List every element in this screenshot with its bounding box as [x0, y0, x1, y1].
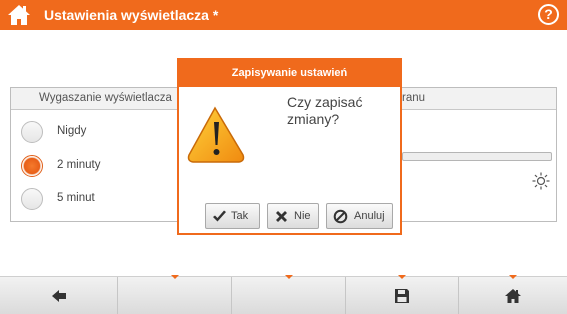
bottom-toolbar — [0, 275, 567, 314]
display-timeout-title: Wygaszanie wyświetlacza — [11, 88, 179, 110]
save-settings-dialog: Zapisywanie ustawień Czy zapisać zmiany?… — [177, 58, 402, 235]
home-toolbar-button[interactable] — [459, 275, 567, 314]
cancel-button[interactable]: Anuluj — [326, 203, 393, 229]
back-button[interactable] — [0, 277, 118, 314]
radio-label: Nigdy — [57, 125, 87, 137]
sun-icon — [532, 172, 550, 190]
dialog-title: Zapisywanie ustawień — [179, 60, 400, 87]
page-title: Ustawienia wyświetlacza * — [44, 7, 219, 23]
radio-option-2min[interactable]: 2 minuty — [21, 155, 181, 179]
save-button[interactable] — [346, 275, 459, 314]
radio-button[interactable] — [21, 188, 43, 210]
yes-button-label: Tak — [231, 210, 249, 222]
no-button-label: Nie — [294, 210, 311, 222]
cancel-button-label: Anuluj — [354, 210, 385, 222]
cancel-icon — [333, 209, 348, 224]
yes-button[interactable]: Tak — [205, 203, 260, 229]
radio-label: 2 minuty — [57, 159, 101, 171]
radio-label: 5 minut — [57, 192, 95, 204]
toolbar-button-2[interactable] — [118, 275, 232, 314]
home-button[interactable] — [6, 3, 32, 27]
toolbar-notch — [509, 275, 517, 279]
toolbar-notch — [284, 275, 293, 279]
brightness-title: ranu — [396, 88, 556, 110]
display-timeout-panel: Wygaszanie wyświetlacza Nigdy 2 minuty 5… — [10, 87, 180, 222]
title-bar: Ustawienia wyświetlacza * ? — [0, 0, 567, 30]
radio-button-selected[interactable] — [21, 155, 43, 177]
toolbar-notch — [398, 275, 406, 279]
brightness-slider[interactable] — [402, 152, 552, 161]
check-icon — [213, 210, 226, 222]
brightness-panel: ranu — [395, 87, 557, 222]
dialog-message: Czy zapisać zmiany? — [287, 94, 363, 127]
radio-option-5min[interactable]: 5 minut — [21, 188, 181, 212]
home-icon — [8, 5, 30, 25]
radio-option-never[interactable]: Nigdy — [21, 121, 181, 145]
warning-icon — [187, 106, 245, 163]
save-icon — [395, 289, 409, 303]
toolbar-notch — [170, 275, 179, 279]
help-button[interactable]: ? — [538, 4, 559, 25]
radio-button[interactable] — [21, 121, 43, 143]
toolbar-button-3[interactable] — [232, 275, 346, 314]
no-button[interactable]: Nie — [267, 203, 319, 229]
arrow-left-icon — [51, 290, 66, 302]
home-icon — [505, 289, 521, 303]
cross-icon — [276, 211, 287, 222]
